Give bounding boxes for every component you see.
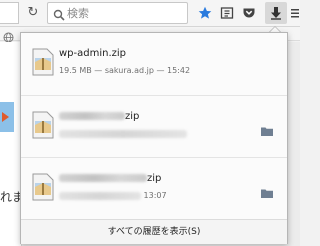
search-box[interactable]	[47, 2, 188, 24]
download-time: 13:07	[143, 191, 167, 200]
redacted-text	[59, 174, 147, 182]
folder-icon[interactable]	[261, 183, 273, 198]
search-icon	[53, 6, 65, 25]
zip-file-icon	[31, 48, 55, 76]
show-all-history-button[interactable]: すべての履歴を表示(S)	[21, 219, 287, 244]
download-filename: zip	[59, 173, 161, 184]
redacted-text	[59, 129, 187, 138]
redacted-text	[59, 191, 141, 200]
download-arrow-icon[interactable]	[265, 2, 287, 24]
download-filename: wp-admin.zip	[59, 48, 127, 59]
folder-icon[interactable]	[261, 121, 273, 136]
download-item[interactable]: zip	[21, 95, 287, 157]
library-icon[interactable]	[218, 4, 236, 22]
zip-file-icon	[31, 111, 55, 139]
download-status: 13:07	[59, 191, 167, 200]
download-item[interactable]: wp-admin.zip 19.5 MB — sakura.ad.jp — 15…	[21, 33, 287, 95]
menu-icon[interactable]	[290, 4, 300, 22]
downloads-panel: wp-admin.zip 19.5 MB — sakura.ad.jp — 15…	[20, 32, 288, 244]
page-card	[0, 42, 22, 246]
browser-toolbar: ↻	[0, 0, 300, 27]
search-input[interactable]	[67, 5, 182, 21]
download-status	[59, 129, 187, 138]
download-filename: zip	[59, 111, 139, 122]
filename-suffix: zip	[147, 173, 162, 184]
pocket-icon[interactable]	[240, 4, 258, 22]
download-item[interactable]: zip 13:07	[21, 157, 287, 219]
reload-icon[interactable]: ↻	[24, 4, 42, 22]
filename-suffix: zip	[125, 111, 140, 122]
zip-file-icon	[31, 173, 55, 201]
url-bar-end[interactable]	[0, 2, 19, 24]
arrow-icon	[2, 112, 9, 122]
redacted-text	[59, 112, 125, 120]
bookmark-star-icon[interactable]	[196, 4, 214, 22]
download-status: 19.5 MB — sakura.ad.jp — 15:42	[59, 66, 191, 75]
